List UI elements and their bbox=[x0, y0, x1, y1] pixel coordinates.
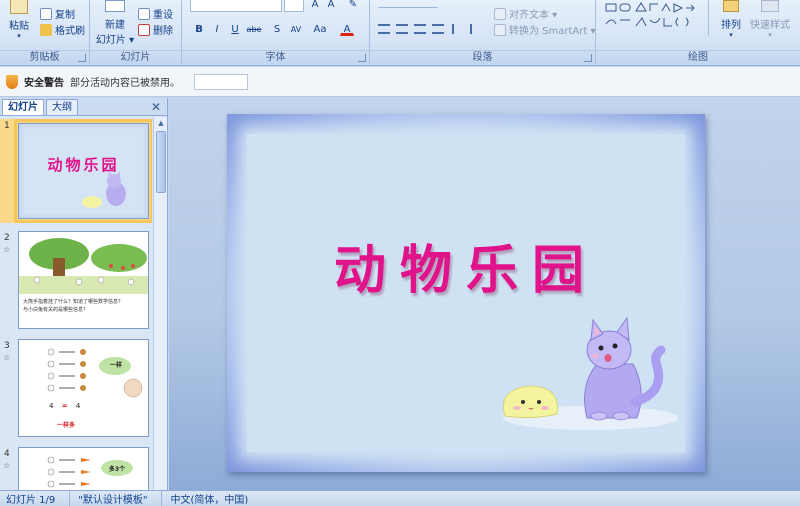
italic-button[interactable]: I bbox=[210, 22, 224, 36]
cat-illustration bbox=[82, 171, 126, 208]
quick-styles-button[interactable]: 快速样式 ▾ bbox=[744, 0, 796, 39]
smartart-icon bbox=[494, 23, 506, 36]
new-slide-icon bbox=[105, 0, 125, 12]
thumbnail-caption: 与小白兔有关的是哪些信息？ bbox=[23, 307, 89, 313]
new-slide-button[interactable]: 新建 幻灯片 ▾ bbox=[94, 0, 136, 46]
shield-icon bbox=[6, 74, 18, 89]
reset-slide-button[interactable]: 重设 bbox=[138, 6, 173, 21]
thumbnail-row[interactable]: 1 动物乐园 bbox=[0, 119, 152, 223]
cat-illustration bbox=[503, 316, 677, 430]
scroll-up-icon[interactable]: ▲ bbox=[156, 119, 166, 129]
format-painter-button[interactable]: 格式刷 bbox=[40, 22, 85, 37]
bold-button[interactable]: B bbox=[192, 22, 206, 36]
copy-icon bbox=[40, 7, 52, 20]
pane-tabs: 幻灯片 大纲 ✕ bbox=[0, 98, 167, 116]
shadow-button[interactable]: S bbox=[270, 22, 284, 36]
slide-thumbnail[interactable]: 大熊手指着挂了什么？知道了哪些数学信息？ 与小白兔有关的是哪些信息？ bbox=[18, 231, 149, 329]
clipboard-dialog-launcher[interactable] bbox=[78, 54, 86, 62]
char-spacing-button[interactable]: AV bbox=[286, 22, 306, 36]
close-icon[interactable]: ✕ bbox=[151, 100, 161, 114]
slide-thumbnail[interactable]: 一样 4 = 4 一样多 bbox=[18, 339, 149, 437]
columns-button[interactable] bbox=[452, 24, 472, 34]
align-center-button[interactable] bbox=[396, 24, 408, 34]
bubble-text: 一样 bbox=[109, 362, 122, 369]
bullets-button[interactable] bbox=[378, 0, 438, 8]
animation-icon: ☆ bbox=[3, 461, 11, 470]
ribbon: 粘贴 ▾ 复制 格式刷 剪贴板 新建 幻灯片 ▾ 重设 删除 幻灯片 A A ✎… bbox=[0, 0, 800, 66]
arrange-icon bbox=[723, 0, 739, 12]
convert-smartart-button[interactable]: 转换为 SmartArt ▾ bbox=[494, 22, 596, 37]
bubble-text: 多3个 bbox=[108, 466, 126, 473]
clipboard-group-label: 剪贴板 bbox=[0, 50, 89, 64]
change-case-button[interactable]: Aa bbox=[310, 22, 330, 36]
rabbit-carrot-illustration bbox=[47, 348, 143, 398]
align-text-icon bbox=[494, 7, 506, 20]
slide-thumbnail[interactable]: 多3个 bbox=[18, 447, 149, 490]
paragraph-group: 对齐文本 ▾ 转换为 SmartArt ▾ 段落 bbox=[370, 0, 596, 66]
drawing-group-label: 绘图 bbox=[596, 50, 800, 64]
scrollbar-thumb[interactable] bbox=[156, 131, 166, 193]
clear-format-button[interactable]: ✎ bbox=[346, 0, 360, 11]
status-bar: 幻灯片 1/9 "默认设计模板" 中文(简体，中国) bbox=[0, 490, 800, 506]
security-warning-bar: 安全警告 部分活动内容已被禁用。 bbox=[0, 67, 800, 97]
slide-title[interactable]: 动物乐园 bbox=[227, 228, 705, 303]
thumbnail-row[interactable]: 3 ☆ 一样 4 = 4 一样多 bbox=[0, 339, 152, 443]
slides-group: 新建 幻灯片 ▾ 重设 删除 幻灯片 bbox=[90, 0, 182, 66]
paste-icon bbox=[10, 0, 28, 14]
template-name[interactable]: "默认设计模板" bbox=[78, 491, 163, 506]
font-group-label: 字体 bbox=[182, 50, 369, 64]
delete-icon bbox=[138, 23, 150, 36]
thumbnail-row[interactable]: 2 ☆ 大熊手指着挂了什么？知道了哪些数学信息？ 与小白兔有关的是哪些信息？ bbox=[0, 231, 152, 335]
font-dialog-launcher[interactable] bbox=[358, 54, 366, 62]
animation-icon: ☆ bbox=[3, 245, 11, 254]
arrange-button[interactable]: 排列 ▾ bbox=[716, 0, 746, 39]
shrink-font-button[interactable]: A bbox=[324, 0, 338, 11]
forest-scene-illustration bbox=[19, 238, 148, 294]
security-title: 安全警告 bbox=[24, 78, 64, 89]
tab-slides[interactable]: 幻灯片 bbox=[2, 99, 44, 115]
language-indicator[interactable]: 中文(简体，中国) bbox=[170, 491, 262, 506]
current-slide[interactable]: 动物乐园 bbox=[227, 114, 705, 472]
security-options-button[interactable] bbox=[194, 73, 248, 90]
grow-font-button[interactable]: A bbox=[308, 0, 322, 11]
paragraph-dialog-launcher[interactable] bbox=[584, 54, 592, 62]
security-message: 部分活动内容已被禁用。 bbox=[70, 78, 180, 89]
slides-group-label: 幻灯片 bbox=[90, 50, 181, 64]
thumbnail-row[interactable]: 4 ☆ 多3个 bbox=[0, 447, 152, 490]
slides-pane: 幻灯片 大纲 ✕ 1 动物乐园 2 ☆ 大熊手指着挂了什么？知道了哪些数学信息？… bbox=[0, 98, 168, 490]
underline-button[interactable]: U bbox=[228, 22, 242, 36]
align-left-button[interactable] bbox=[378, 24, 390, 34]
thumbnail-caption: 大熊手指着挂了什么？知道了哪些数学信息？ bbox=[23, 299, 124, 305]
font-size-select[interactable] bbox=[284, 0, 304, 12]
justify-button[interactable] bbox=[432, 24, 444, 34]
strikethrough-button[interactable]: abe bbox=[244, 22, 264, 36]
drawing-group: 排列 ▾ 快速样式 ▾ 绘图 bbox=[596, 0, 800, 66]
paste-button[interactable]: 粘贴 ▾ bbox=[4, 0, 34, 40]
copy-button[interactable]: 复制 bbox=[40, 6, 75, 21]
clipboard-group: 粘贴 ▾ 复制 格式刷 剪贴板 bbox=[0, 0, 90, 66]
tab-outline[interactable]: 大纲 bbox=[46, 99, 78, 115]
font-name-select[interactable] bbox=[190, 0, 282, 12]
slide-editor: 动物乐园 bbox=[169, 98, 800, 490]
font-color-button[interactable]: A bbox=[340, 22, 354, 36]
animation-icon: ☆ bbox=[3, 353, 11, 362]
slide-thumbnail[interactable]: 动物乐园 bbox=[14, 119, 152, 223]
delete-slide-button[interactable]: 删除 bbox=[138, 22, 173, 37]
align-right-button[interactable] bbox=[414, 24, 426, 34]
brush-icon bbox=[40, 23, 52, 36]
shapes-gallery[interactable] bbox=[602, 0, 706, 36]
thumbnail-scrollbar[interactable]: ▲ bbox=[153, 117, 167, 490]
quick-styles-icon bbox=[761, 0, 779, 12]
align-text-button[interactable]: 对齐文本 ▾ bbox=[494, 6, 557, 21]
thumbnail-list: 1 动物乐园 2 ☆ 大熊手指着挂了什么？知道了哪些数学信息？ 与小白兔有关的是… bbox=[0, 117, 152, 490]
slide-counter: 幻灯片 1/9 bbox=[6, 491, 71, 506]
reset-icon bbox=[138, 7, 150, 20]
font-group: A A ✎ B I U abe S AV Aa A 字体 bbox=[182, 0, 370, 66]
paragraph-group-label: 段落 bbox=[370, 50, 595, 64]
rabbit-carrot-illustration bbox=[47, 456, 133, 488]
